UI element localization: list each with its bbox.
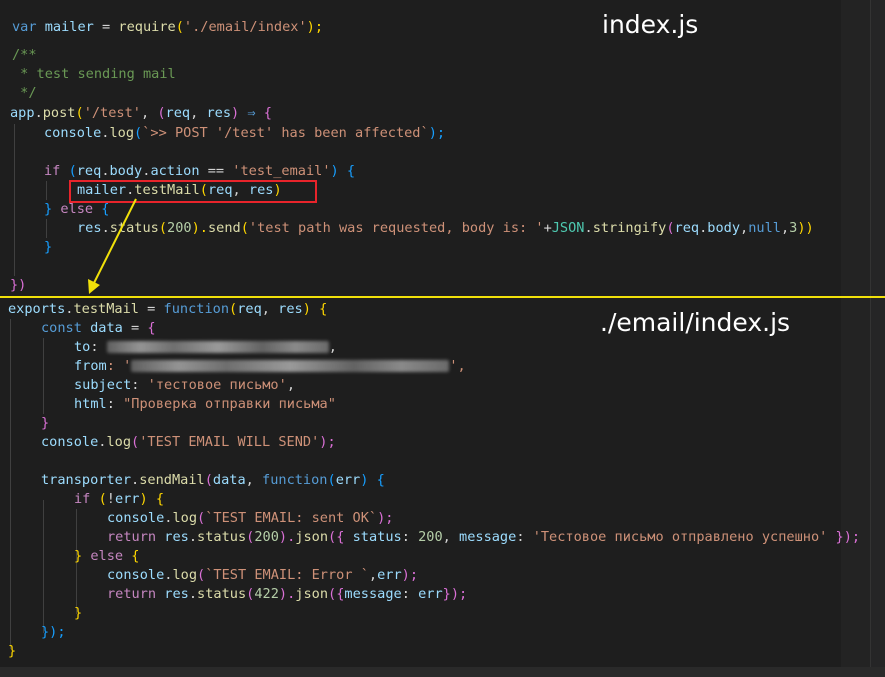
code-line[interactable]: to: , [74,338,337,357]
indent-guide [43,500,44,633]
code-line[interactable]: }) [10,276,26,295]
code-line[interactable]: }); [41,623,66,642]
code-line[interactable]: var mailer = require('./email/index'); [12,18,323,37]
code-line[interactable]: console.log('TEST EMAIL WILL SEND'); [41,433,336,452]
file-label-email-index-js: ./email/index.js [600,308,791,337]
code-line[interactable]: } else { [44,200,109,219]
code-line[interactable]: } [74,604,82,623]
file-label-index-js: index.js [602,10,699,39]
code-line[interactable]: html: "Проверка отправки письма" [74,395,336,414]
redacted-email [131,360,450,372]
editor-footer-strip [0,667,885,677]
code-line[interactable]: console.log(`>> POST '/test' has been af… [44,124,445,143]
indent-guide [10,319,11,649]
code-line[interactable]: res.status(200).send('test path was requ… [77,219,814,238]
index-js-editor-pane[interactable]: var mailer = require('./email/index'); /… [0,0,885,296]
code-line[interactable]: /** [12,46,37,65]
minimap[interactable] [841,0,871,296]
code-line[interactable]: app.post('/test', (req, res) ⇒ { [10,104,272,123]
code-line[interactable]: } [8,642,16,661]
code-line[interactable]: from: ' ', [74,357,466,376]
indent-guide [46,219,47,238]
minimap[interactable] [841,298,871,667]
code-line[interactable]: } [41,414,49,433]
vertical-scrollbar[interactable] [870,0,885,296]
code-line[interactable]: return res.status(200).json({ status: 20… [107,528,860,547]
code-line[interactable]: } [44,238,52,257]
code-line[interactable]: } else { [74,547,139,566]
indent-guide [46,181,47,200]
code-line[interactable]: exports.testMail = function(req, res) { [8,300,327,319]
code-line[interactable]: if (!err) { [74,490,164,509]
vertical-scrollbar[interactable] [870,298,885,667]
code-line[interactable]: transporter.sendMail(data, function(err)… [41,471,385,490]
code-line[interactable]: return res.status(422).json({message: er… [107,585,467,604]
email-index-js-editor-pane[interactable]: exports.testMail = function(req, res) { … [0,298,885,667]
code-line[interactable]: console.log(`TEST EMAIL: Error `,err); [107,566,418,585]
code-line[interactable]: */ [12,84,36,103]
indent-guide [14,124,15,276]
code-line[interactable]: console.log(`TEST EMAIL: sent OK`); [107,509,393,528]
indent-guide [43,338,44,414]
code-line[interactable]: if (req.body.action == 'test_email') { [44,162,355,181]
code-line[interactable]: const data = { [41,319,156,338]
redacted-email [106,341,329,353]
code-line[interactable]: subject: 'тестовое письмо', [74,376,295,395]
code-line[interactable]: * test sending mail [12,65,176,84]
